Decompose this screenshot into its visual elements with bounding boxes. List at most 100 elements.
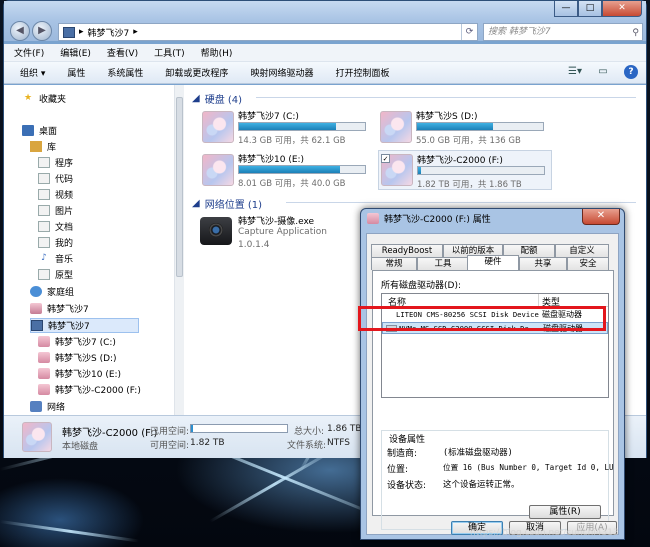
drive-thumbnail: ✓ [381, 154, 413, 186]
preview-pane-icon[interactable]: ▭ [596, 65, 610, 79]
nav-label: 桌面 [39, 127, 58, 137]
details-fs-label: 文件系统: [287, 441, 327, 451]
nav-drive-c[interactable]: 韩梦飞沙7 (C:) [38, 335, 116, 348]
dialog-close-button[interactable]: ✕ [582, 209, 620, 225]
tab-general[interactable]: 常规 [371, 257, 417, 270]
location-value: 位置 16 (Bus Number 0, Target Id 0, LU [443, 463, 614, 472]
tab-sharing[interactable]: 共享 [519, 257, 567, 270]
nav-label: 网络 [47, 403, 66, 413]
device-properties-button[interactable]: 属性(R) [529, 505, 601, 519]
network-icon [30, 401, 42, 412]
manufacturer-label: 制造商: [387, 449, 418, 459]
video-icon [38, 189, 50, 200]
tab-readyboost[interactable]: ReadyBoost [371, 244, 443, 257]
nav-library[interactable]: 库 [30, 140, 56, 153]
item-name: 韩梦飞沙-摄像.exe [238, 217, 315, 227]
menu-view[interactable]: 查看(V) [107, 46, 138, 59]
search-input[interactable]: 搜索 韩梦飞沙7 ⚲ [483, 23, 643, 41]
nav-computer[interactable]: 韩梦飞沙7 [30, 318, 139, 333]
collapse-icon: ◢ [192, 93, 200, 104]
nav-desktop[interactable]: 桌面 [22, 124, 57, 137]
watermark-text: https://blog.csdn.net/cunchi4313 [470, 528, 619, 538]
nav-library-item[interactable]: 代码 [38, 172, 73, 185]
drive-space-info: 8.01 GB 可用，共 40.0 GB [238, 179, 346, 189]
drive-tile-d[interactable]: 韩梦飞沙S (D:) 55.0 GB 可用，共 136 GB [380, 109, 555, 147]
drive-name: 韩梦飞沙7 (C:) [238, 112, 299, 122]
nav-homegroup[interactable]: 家庭组 [30, 285, 74, 298]
folder-icon [38, 237, 50, 248]
tab-hardware[interactable]: 硬件 [467, 255, 519, 270]
maximize-button[interactable]: □ [578, 1, 602, 17]
nav-drive-f[interactable]: 韩梦飞沙-C2000 (F:) [38, 383, 141, 396]
nav-library-item[interactable]: 图片 [38, 204, 73, 217]
back-button[interactable]: ◀ [10, 21, 30, 41]
breadcrumb[interactable]: 韩梦飞沙7 [88, 26, 130, 39]
system-properties-button[interactable]: 系统属性 [107, 66, 143, 79]
help-icon[interactable]: ? [624, 65, 638, 79]
uninstall-program-button[interactable]: 卸载或更改程序 [165, 66, 228, 79]
nav-network[interactable]: 网络 [30, 400, 65, 413]
nav-library-item[interactable]: 原型 [38, 268, 73, 281]
group-hard-disks[interactable]: ◢ 硬盘 (4) [192, 91, 242, 106]
nav-library-item[interactable]: ♪ 音乐 [38, 252, 73, 265]
nav-label: 库 [47, 143, 57, 153]
nav-drive-e[interactable]: 韩梦飞沙10 (E:) [38, 367, 121, 380]
menu-edit[interactable]: 编辑(E) [60, 46, 91, 59]
drive-tile-c[interactable]: 韩梦飞沙7 (C:) 14.3 GB 可用，共 62.1 GB [202, 109, 377, 147]
drive-icon [38, 368, 50, 379]
nav-label: 韩梦飞沙7 (C:) [55, 338, 116, 348]
drive-icon [38, 352, 50, 363]
drive-name: 韩梦飞沙10 (E:) [238, 155, 305, 165]
details-type: 本地磁盘 [62, 442, 99, 452]
map-network-drive-button[interactable]: 映射网络驱动器 [250, 66, 313, 79]
forward-button[interactable]: ▶ [32, 21, 52, 41]
tab-security[interactable]: 安全 [567, 257, 609, 270]
details-free-value: 1.82 TB [190, 438, 225, 448]
nav-scrollbar[interactable] [174, 85, 184, 415]
drive-tile-f[interactable]: ✓ 韩梦飞沙-C2000 (F:) 1.82 TB 可用，共 1.86 TB [378, 150, 552, 190]
drive-thumbnail [202, 154, 234, 186]
drive-name: 韩梦飞沙-C2000 (F:) [417, 156, 503, 166]
explorer-titlebar: — □ ✕ ◀ ▶ ▸ 韩梦飞沙7 ▸ ⟳ 搜索 韩梦飞沙7 ⚲ [4, 1, 646, 41]
checkbox[interactable]: ✓ [381, 154, 390, 163]
nav-label: 韩梦飞沙7 [48, 322, 90, 332]
organize-button[interactable]: 组织 ▾ [20, 66, 45, 79]
nav-library-item[interactable]: 程序 [38, 156, 73, 169]
open-control-panel-button[interactable]: 打开控制面板 [335, 66, 389, 79]
properties-button[interactable]: 属性 [67, 66, 85, 79]
address-bar[interactable]: ▸ 韩梦飞沙7 ▸ ⟳ [58, 23, 478, 41]
scrollbar-thumb[interactable] [176, 97, 183, 277]
drives-label: 所有磁盘驱动器(D): [381, 281, 461, 291]
group-network-locations[interactable]: ◢ 网络位置 (1) [192, 196, 262, 211]
command-bar: 组织 ▾ 属性 系统属性 卸载或更改程序 映射网络驱动器 打开控制面板 ☰▾ ▭… [4, 62, 646, 84]
nav-user[interactable]: 韩梦飞沙7 [30, 302, 89, 315]
nav-library-item[interactable]: 我的 [38, 236, 73, 249]
refresh-icon[interactable]: ⟳ [461, 24, 477, 40]
nav-label: 文档 [55, 223, 74, 233]
chevron-right-icon: ▸ [133, 27, 138, 37]
menu-file[interactable]: 文件(F) [14, 46, 44, 59]
view-options-icon[interactable]: ☰▾ [568, 65, 582, 79]
tab-tools[interactable]: 工具 [417, 257, 469, 270]
minimize-button[interactable]: — [554, 1, 578, 17]
nav-label: 原型 [55, 271, 74, 281]
menu-help[interactable]: 帮助(H) [201, 46, 233, 59]
tab-customize[interactable]: 自定义 [555, 244, 609, 257]
nav-label: 韩梦飞沙S (D:) [55, 354, 117, 364]
homegroup-icon [30, 286, 42, 297]
menu-tools[interactable]: 工具(T) [154, 46, 185, 59]
nav-favorites[interactable]: ★ 收藏夹 [22, 92, 66, 105]
dialog-body: ReadyBoost 以前的版本 配额 自定义 常规 工具 硬件 共享 安全 所… [366, 233, 619, 535]
picture-icon [38, 205, 50, 216]
nav-library-item[interactable]: 视频 [38, 188, 73, 201]
nav-library-item[interactable]: 文档 [38, 220, 73, 233]
nav-drive-d[interactable]: 韩梦飞沙S (D:) [38, 351, 117, 364]
search-placeholder: 搜索 韩梦飞沙7 [488, 27, 551, 37]
drive-space-info: 1.82 TB 可用，共 1.86 TB [417, 180, 522, 190]
nav-label: 代码 [55, 175, 74, 185]
drive-tile-e[interactable]: 韩梦飞沙10 (E:) 8.01 GB 可用，共 40.0 GB [202, 152, 377, 190]
close-button[interactable]: ✕ [602, 1, 642, 17]
nav-label: 家庭组 [47, 288, 75, 298]
computer-icon [63, 26, 75, 38]
drive-thumbnail [22, 422, 52, 452]
